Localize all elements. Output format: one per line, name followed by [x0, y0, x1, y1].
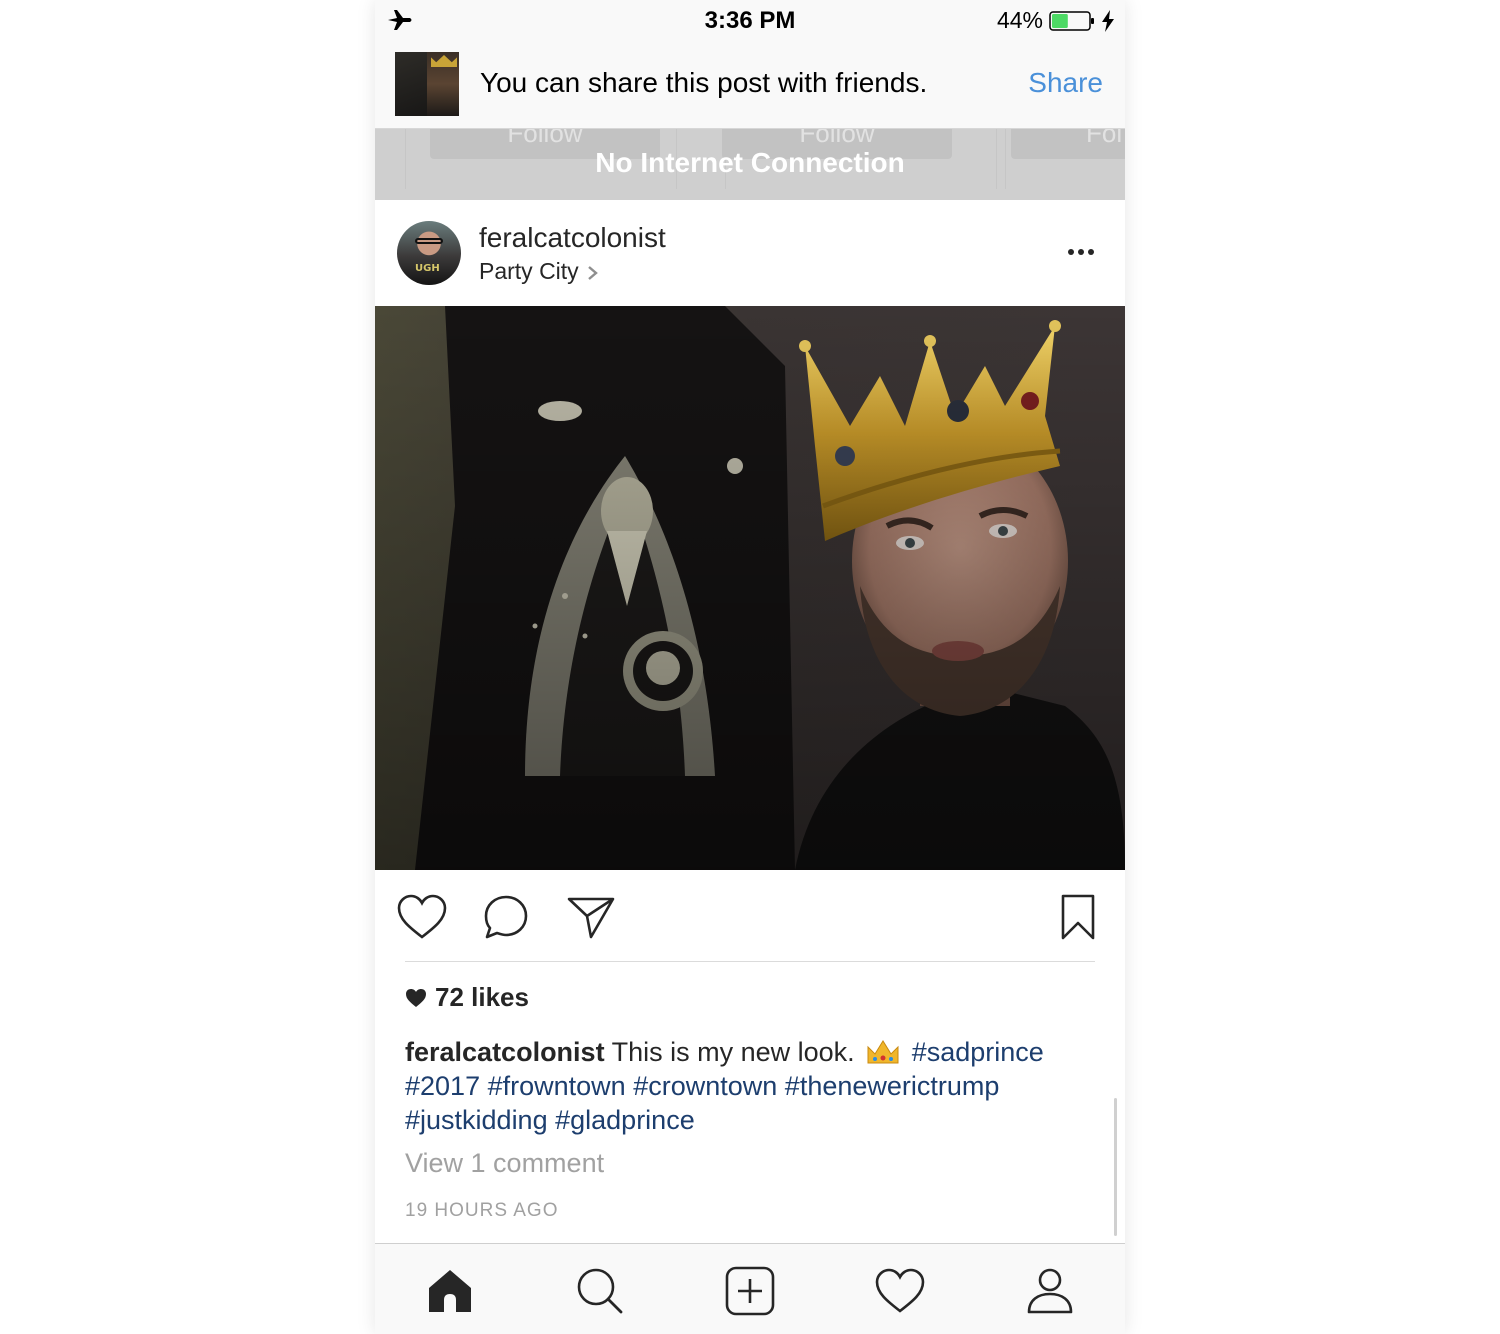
post-action-bar [375, 870, 1125, 962]
post-photo[interactable] [375, 306, 1125, 870]
search-icon [577, 1268, 623, 1314]
share-banner-message: You can share this post with friends. [480, 67, 928, 98]
battery-icon [1049, 11, 1094, 31]
hashtag-link[interactable]: #2017 [405, 1071, 480, 1101]
scroll-indicator [1114, 1098, 1117, 1236]
avatar-shirt-text: UGH [415, 263, 440, 274]
tab-home[interactable] [425, 1266, 475, 1316]
send-icon[interactable] [567, 894, 615, 940]
post-timestamp: 19 HOURS AGO [405, 1200, 559, 1221]
bolt-icon [1102, 10, 1114, 32]
caption-username[interactable]: feralcatcolonist [405, 1037, 605, 1067]
home-icon [429, 1270, 471, 1312]
chevron-right-icon [587, 266, 598, 280]
instagram-app-screen: 3:36 PM 44% You can share this post with… [375, 0, 1125, 1334]
share-post-banner: You can share this post with friends. Sh… [375, 40, 1125, 129]
hashtag-link[interactable]: #gladprince [555, 1105, 695, 1135]
small-heart-icon [406, 989, 426, 1007]
post-location[interactable]: Party City [479, 258, 598, 285]
post-thumbnail [395, 52, 459, 116]
avatar[interactable]: UGH [397, 221, 461, 285]
post-username[interactable]: feralcatcolonist [479, 222, 666, 254]
post-caption: feralcatcolonist This is my new look. #s… [405, 1035, 1105, 1137]
no-connection-message: No Internet Connection [595, 147, 905, 178]
tab-search[interactable] [575, 1266, 625, 1316]
activity-heart-icon [875, 1268, 925, 1313]
action-divider [405, 961, 1095, 962]
share-button[interactable]: Share [1028, 67, 1103, 99]
view-comments-link[interactable]: View 1 comment [405, 1148, 604, 1179]
tab-new-post[interactable] [725, 1266, 775, 1316]
no-internet-banner: Follow Follow Fol No Internet Connection [375, 129, 1125, 200]
more-horizontal-icon[interactable] [1067, 247, 1095, 257]
hashtag-link[interactable]: #crowntown [633, 1071, 777, 1101]
bottom-tab-bar [375, 1243, 1125, 1334]
profile-icon [1027, 1268, 1073, 1314]
bookmark-icon[interactable] [1061, 894, 1095, 940]
hashtag-link[interactable]: #justkidding [405, 1105, 548, 1135]
heart-icon[interactable] [397, 894, 447, 940]
battery-percentage: 44% [996, 7, 1043, 33]
likes-label: 72 likes [435, 982, 529, 1012]
tab-profile[interactable] [1025, 1266, 1075, 1316]
new-post-icon [725, 1266, 775, 1316]
caption-text: This is my new look. [611, 1037, 855, 1067]
hashtag-link[interactable]: #frowntown [488, 1071, 626, 1101]
likes-count[interactable]: 72 likes [405, 982, 529, 1013]
status-bar: 3:36 PM 44% [375, 0, 1125, 40]
crown-emoji-icon [867, 1040, 899, 1064]
post-header: UGH feralcatcolonist Party City [375, 200, 1125, 306]
comment-icon[interactable] [483, 894, 529, 940]
hashtag-link[interactable]: #thenewerictrump [785, 1071, 1000, 1101]
hashtag-link[interactable]: #sadprince [912, 1037, 1044, 1067]
location-label: Party City [479, 258, 579, 284]
tab-activity[interactable] [875, 1266, 925, 1316]
